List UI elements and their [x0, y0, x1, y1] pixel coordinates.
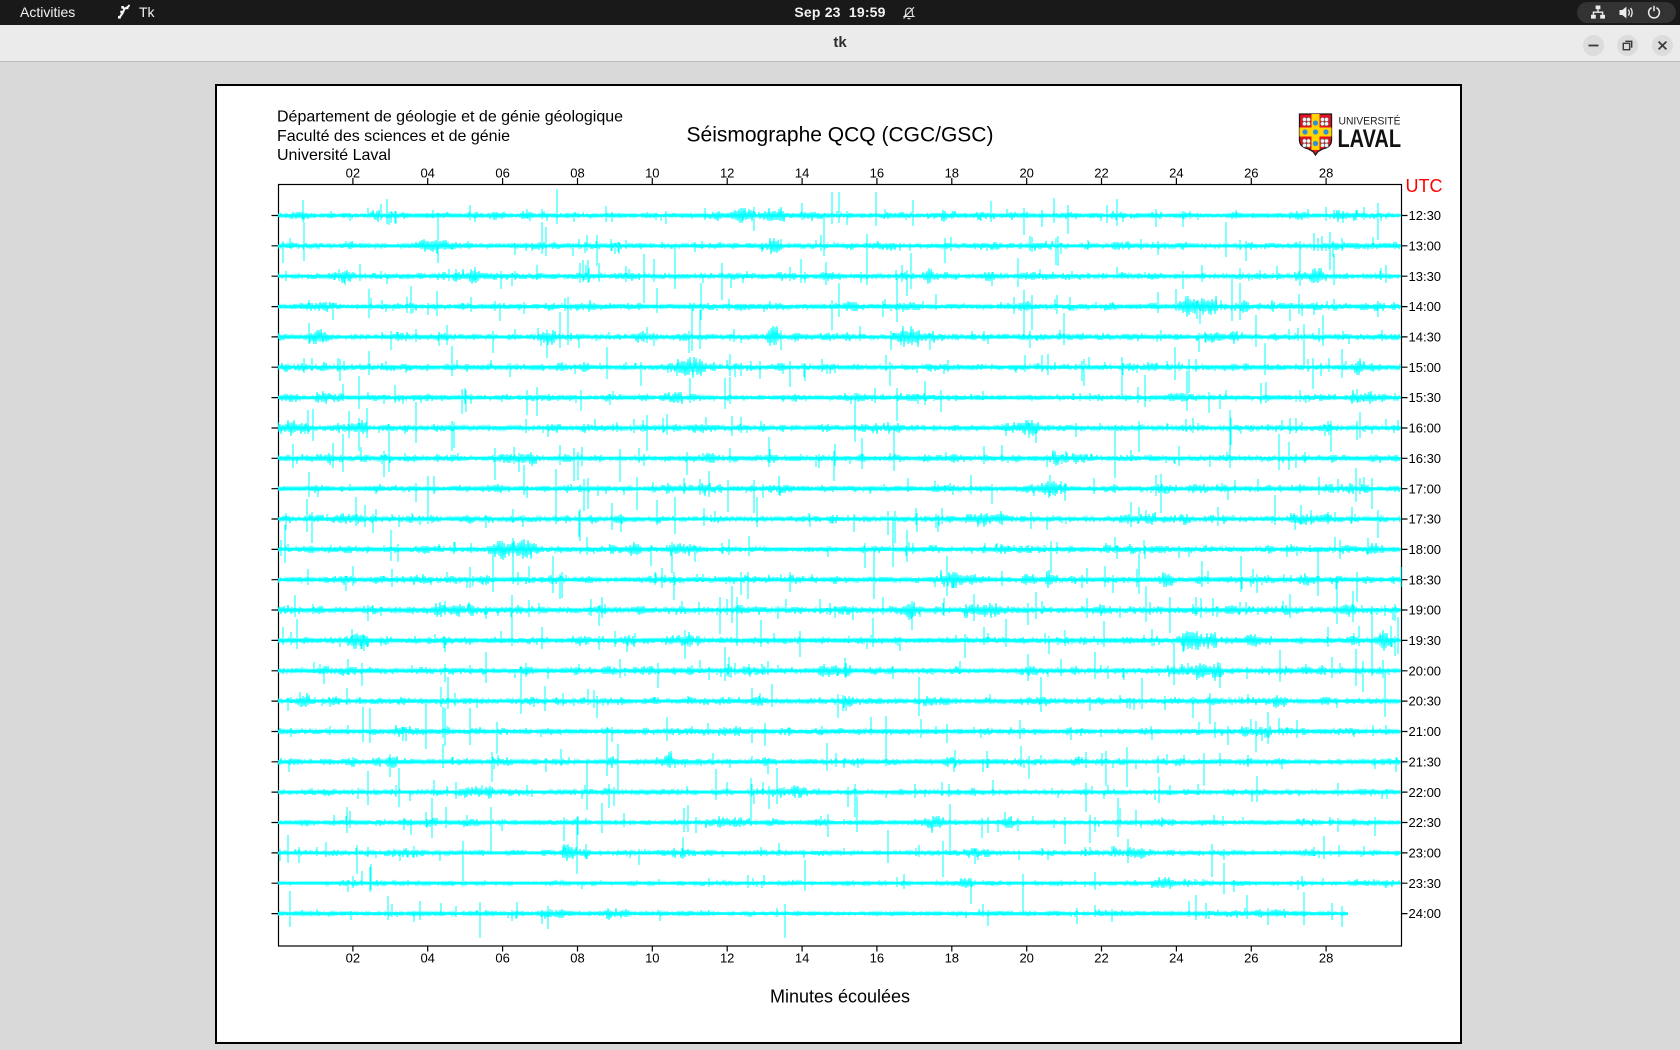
svg-text:22: 22	[1094, 165, 1108, 180]
svg-text:26: 26	[1244, 950, 1258, 965]
svg-text:04: 04	[420, 950, 434, 965]
svg-text:08: 08	[570, 950, 584, 965]
svg-text:20:00: 20:00	[1409, 663, 1442, 678]
svg-text:Faculté des sciences et de gén: Faculté des sciences et de génie	[277, 128, 510, 145]
svg-text:06: 06	[495, 950, 509, 965]
svg-text:28: 28	[1319, 165, 1333, 180]
svg-text:13:00: 13:00	[1409, 238, 1442, 253]
svg-text:14: 14	[795, 165, 809, 180]
svg-text:17:00: 17:00	[1409, 481, 1442, 496]
svg-text:18:00: 18:00	[1409, 542, 1442, 557]
svg-text:14:30: 14:30	[1409, 330, 1442, 345]
svg-text:23:30: 23:30	[1409, 876, 1442, 891]
svg-text:16:00: 16:00	[1409, 421, 1442, 436]
svg-text:28: 28	[1319, 950, 1333, 965]
svg-text:02: 02	[346, 950, 360, 965]
svg-text:Minutes écoulées: Minutes écoulées	[770, 986, 910, 1006]
svg-text:12: 12	[720, 950, 734, 965]
svg-text:10: 10	[645, 165, 659, 180]
svg-text:12: 12	[720, 165, 734, 180]
svg-text:18:30: 18:30	[1409, 572, 1442, 587]
svg-text:12:30: 12:30	[1409, 208, 1442, 223]
svg-text:23:00: 23:00	[1409, 846, 1442, 861]
svg-text:21:30: 21:30	[1409, 754, 1442, 769]
svg-text:10: 10	[645, 950, 659, 965]
svg-text:19:00: 19:00	[1409, 603, 1442, 618]
svg-text:16: 16	[870, 165, 884, 180]
svg-text:22: 22	[1094, 950, 1108, 965]
svg-text:14: 14	[795, 950, 809, 965]
svg-text:15:00: 15:00	[1409, 360, 1442, 375]
svg-text:UTC: UTC	[1406, 176, 1443, 196]
svg-text:20: 20	[1019, 950, 1033, 965]
svg-text:17:30: 17:30	[1409, 512, 1442, 527]
svg-text:Séismographe QCQ (CGC/GSC): Séismographe QCQ (CGC/GSC)	[687, 124, 994, 147]
svg-text:15:30: 15:30	[1409, 390, 1442, 405]
svg-text:LAVAL: LAVAL	[1338, 125, 1402, 153]
svg-text:Département de géologie et de: Département de géologie et de génie géol…	[277, 109, 623, 126]
svg-text:16:30: 16:30	[1409, 451, 1442, 466]
svg-text:22:00: 22:00	[1409, 785, 1442, 800]
svg-text:26: 26	[1244, 165, 1258, 180]
svg-text:24: 24	[1169, 165, 1183, 180]
svg-text:13:30: 13:30	[1409, 269, 1442, 284]
svg-text:21:00: 21:00	[1409, 724, 1442, 739]
svg-text:04: 04	[420, 165, 434, 180]
svg-text:06: 06	[495, 165, 509, 180]
svg-text:20:30: 20:30	[1409, 694, 1442, 709]
svg-text:16: 16	[870, 950, 884, 965]
svg-text:02: 02	[346, 165, 360, 180]
svg-text:18: 18	[945, 950, 959, 965]
svg-text:24: 24	[1169, 950, 1183, 965]
svg-text:08: 08	[570, 165, 584, 180]
svg-text:14:00: 14:00	[1409, 299, 1442, 314]
svg-text:24:00: 24:00	[1409, 906, 1442, 921]
svg-text:Université Laval: Université Laval	[277, 147, 391, 164]
svg-text:19:30: 19:30	[1409, 633, 1442, 648]
svg-text:18: 18	[945, 165, 959, 180]
svg-text:22:30: 22:30	[1409, 815, 1442, 830]
svg-text:20: 20	[1019, 165, 1033, 180]
